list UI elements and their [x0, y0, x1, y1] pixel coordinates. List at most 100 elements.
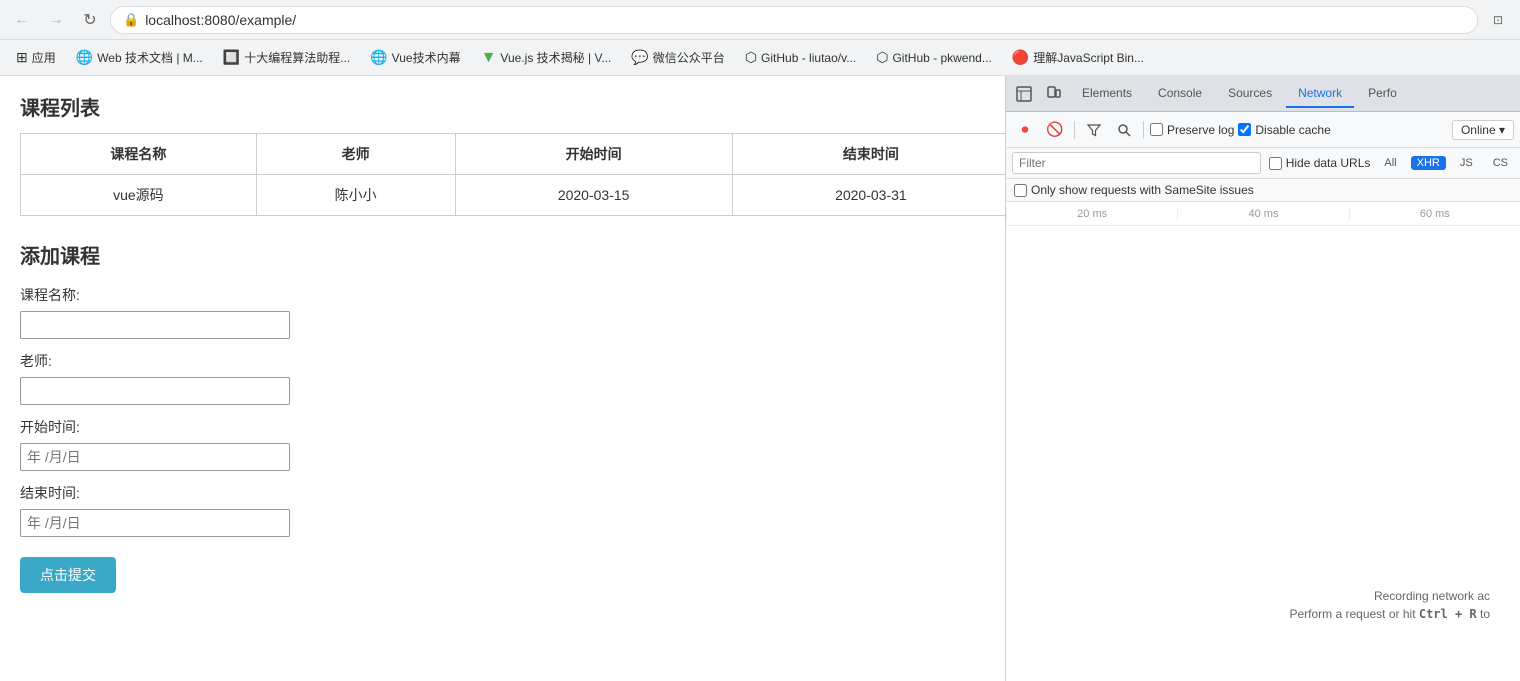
submit-button[interactable]: 点击提交 — [20, 557, 116, 593]
toolbar-separator-2 — [1143, 121, 1144, 139]
devtools-toolbar: ⏺ 🚫 Preserve log Disable ca — [1006, 112, 1520, 148]
bookmark-vuejs[interactable]: ▼ Vue.js 技术揭秘 | V... — [473, 46, 620, 70]
add-course-form: 添加课程 课程名称: 老师: 开始时间: 结束时间: 点击提交 — [20, 240, 985, 593]
samesite-checkbox[interactable]: Only show requests with SameSite issues — [1014, 183, 1254, 197]
bookmark-vuejs-label: Vue.js 技术揭秘 | V... — [500, 49, 611, 66]
hide-data-urls-input[interactable] — [1269, 157, 1282, 170]
bookmark-web-docs[interactable]: 🌐 Web 技术文档 | M... — [68, 46, 211, 69]
disable-cache-label: Disable cache — [1255, 123, 1330, 137]
cell-start-time: 2020-03-15 — [455, 175, 732, 216]
network-timeline: 20 ms 40 ms 60 ms Recording network ac P… — [1006, 202, 1520, 681]
preserve-log-label: Preserve log — [1167, 123, 1234, 137]
devtools-filter-bar: Hide data URLs All XHR JS CS — [1006, 148, 1520, 179]
wechat-icon: 💬 — [631, 49, 648, 66]
col-header-start-time: 开始时间 — [455, 134, 732, 175]
bookmark-vue-inner[interactable]: 🌐 Vue技术内幕 — [362, 46, 468, 69]
cell-end-time: 2020-03-31 — [732, 175, 1005, 216]
bookmark-apps-label: 应用 — [32, 49, 56, 66]
search-button[interactable] — [1111, 117, 1137, 143]
stop-button[interactable]: 🚫 — [1042, 117, 1068, 143]
bookmark-github2-label: GitHub - pkwend... — [892, 51, 991, 65]
teacher-input[interactable] — [20, 377, 290, 405]
reload-button[interactable]: ↻ — [76, 6, 104, 34]
devtools-device-button[interactable] — [1040, 80, 1068, 108]
col-header-end-time: 结束时间 — [732, 134, 1005, 175]
preserve-log-checkbox[interactable]: Preserve log — [1150, 123, 1234, 137]
web-icon: 🌐 — [76, 49, 93, 66]
end-time-input[interactable] — [20, 509, 290, 537]
tab-elements[interactable]: Elements — [1070, 80, 1144, 108]
bookmark-github2[interactable]: ⬡ GitHub - pkwend... — [868, 46, 1000, 69]
forward-button[interactable]: → — [42, 6, 70, 34]
devtools-inspect-button[interactable] — [1010, 80, 1038, 108]
back-button[interactable]: ← — [8, 6, 36, 34]
samesite-label: Only show requests with SameSite issues — [1031, 183, 1254, 197]
bookmark-apps[interactable]: ⊞ 应用 — [8, 46, 64, 69]
devtools-tab-bar: Elements Console Sources Network Perfo — [1006, 76, 1520, 112]
timeline-header: 20 ms 40 ms 60 ms — [1006, 202, 1520, 226]
filter-all-button[interactable]: All — [1378, 156, 1402, 170]
col-header-teacher: 老师 — [256, 134, 455, 175]
devtools-panel: Elements Console Sources Network Perfo ⏺… — [1005, 76, 1520, 681]
start-time-input[interactable] — [20, 443, 290, 471]
lock-icon: 🔒 — [123, 12, 139, 28]
browser-address-bar: ← → ↻ 🔒 localhost:8080/example/ ⊡ — [0, 0, 1520, 40]
table-row: vue源码 陈小小 2020-03-15 2020-03-31 — [21, 175, 1006, 216]
filter-js-button[interactable]: JS — [1454, 156, 1479, 170]
cell-course-name: vue源码 — [21, 175, 257, 216]
github1-icon: ⬡ — [745, 49, 757, 66]
bookmark-vue-inner-label: Vue技术内幕 — [392, 49, 461, 66]
course-name-label: 课程名称: — [20, 285, 985, 305]
network-empty: Recording network ac Perform a request o… — [1289, 589, 1490, 621]
devtools-samesite-row: Only show requests with SameSite issues — [1006, 179, 1520, 202]
filter-xhr-button[interactable]: XHR — [1411, 156, 1446, 170]
course-table: 课程名称 老师 开始时间 结束时间 vue源码 陈小小 2020-03-15 2… — [20, 133, 1005, 216]
course-name-input[interactable] — [20, 311, 290, 339]
timeline-tick-3: 60 ms — [1349, 208, 1520, 220]
url-bar[interactable]: 🔒 localhost:8080/example/ — [110, 6, 1478, 34]
col-header-course-name: 课程名称 — [21, 134, 257, 175]
bookmark-jsbin-label: 理解JavaScript Bin... — [1033, 49, 1144, 66]
course-list-title: 课程列表 — [20, 92, 985, 121]
cell-teacher: 陈小小 — [256, 175, 455, 216]
bookmark-github1[interactable]: ⬡ GitHub - liutao/v... — [737, 46, 864, 69]
bookmark-github1-label: GitHub - liutao/v... — [761, 51, 856, 65]
disable-cache-checkbox[interactable]: Disable cache — [1238, 123, 1330, 137]
vuejs-icon: ▼ — [481, 49, 497, 67]
tab-performance[interactable]: Perfo — [1356, 80, 1409, 108]
filter-input[interactable] — [1012, 152, 1261, 174]
disable-cache-input[interactable] — [1238, 123, 1251, 136]
bookmark-algorithms[interactable]: 🔲 十大编程算法助程... — [215, 46, 358, 69]
tab-network[interactable]: Network — [1286, 80, 1354, 108]
ctrl-r-hint: Ctrl + R — [1419, 607, 1477, 621]
preserve-log-input[interactable] — [1150, 123, 1163, 136]
jsbin-icon: 🔴 — [1012, 49, 1029, 66]
bookmark-wechat-label: 微信公众平台 — [653, 49, 725, 66]
bookmarks-bar: ⊞ 应用 🌐 Web 技术文档 | M... 🔲 十大编程算法助程... 🌐 V… — [0, 40, 1520, 76]
tab-console[interactable]: Console — [1146, 80, 1214, 108]
start-time-label: 开始时间: — [20, 417, 985, 437]
end-time-label: 结束时间: — [20, 483, 985, 503]
add-course-title: 添加课程 — [20, 240, 985, 269]
bookmark-wechat[interactable]: 💬 微信公众平台 — [623, 46, 732, 69]
timeline-tick-1: 20 ms — [1006, 208, 1177, 220]
toolbar-separator-1 — [1074, 121, 1075, 139]
bookmark-web-docs-label: Web 技术文档 | M... — [97, 49, 203, 66]
filter-button[interactable] — [1081, 117, 1107, 143]
extension-button[interactable]: ⊡ — [1484, 6, 1512, 34]
bookmark-jsbin[interactable]: 🔴 理解JavaScript Bin... — [1004, 46, 1152, 69]
samesite-input[interactable] — [1014, 184, 1027, 197]
vue-inner-icon: 🌐 — [370, 49, 387, 66]
online-button[interactable]: Online ▾ — [1452, 120, 1514, 140]
network-empty-sub: Perform a request or hit Ctrl + R to — [1289, 607, 1490, 621]
algo-icon: 🔲 — [223, 49, 240, 66]
bookmark-algorithms-label: 十大编程算法助程... — [244, 49, 350, 66]
record-button[interactable]: ⏺ — [1012, 117, 1038, 143]
url-text: localhost:8080/example/ — [145, 12, 296, 28]
filter-css-button[interactable]: CS — [1487, 156, 1514, 170]
recording-text: Recording network ac — [1289, 589, 1490, 603]
tab-sources[interactable]: Sources — [1216, 80, 1284, 108]
github2-icon: ⬡ — [876, 49, 888, 66]
hide-data-urls-checkbox[interactable]: Hide data URLs — [1269, 156, 1371, 170]
timeline-tick-2: 40 ms — [1177, 208, 1348, 220]
